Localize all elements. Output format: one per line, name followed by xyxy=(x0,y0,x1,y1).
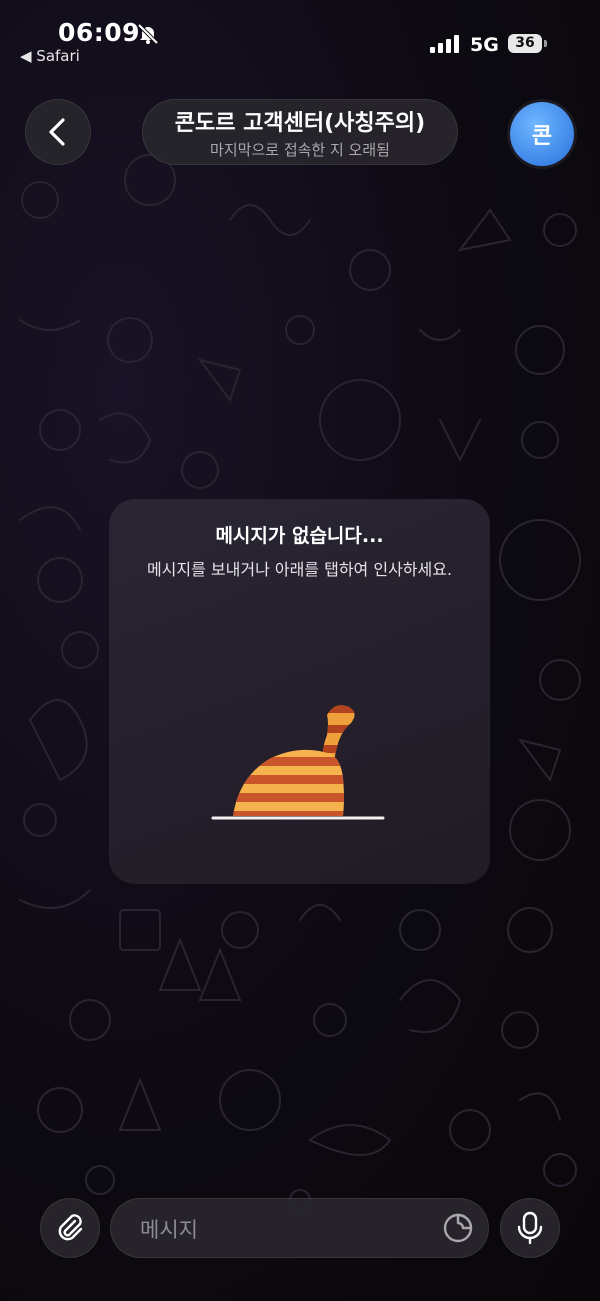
back-button[interactable] xyxy=(25,99,91,165)
network-type: 5G xyxy=(470,34,499,56)
sticker-icon[interactable] xyxy=(441,1211,475,1245)
chat-title-pill[interactable]: 콘도르 고객센터(사칭주의) 마지막으로 접속한 지 오래됨 xyxy=(142,99,458,165)
silent-bell-icon xyxy=(137,23,159,45)
microphone-icon xyxy=(517,1211,543,1245)
attach-button[interactable] xyxy=(40,1198,100,1258)
microphone-button[interactable] xyxy=(500,1198,560,1258)
cat-tail-sticker[interactable] xyxy=(205,695,395,825)
cellular-signal-icon xyxy=(430,35,459,53)
chat-title: 콘도르 고객센터(사칭주의) xyxy=(174,111,426,136)
battery-level: 36 xyxy=(508,34,542,53)
empty-chat-card: 메시지가 없습니다... 메시지를 보내거나 아래를 탭하여 인사하세요. xyxy=(109,499,490,884)
last-seen-status: 마지막으로 접속한 지 오래됨 xyxy=(210,141,390,159)
empty-description: 메시지를 보내거나 아래를 탭하여 인사하세요. xyxy=(146,560,453,579)
back-to-safari[interactable]: ◀ Safari xyxy=(20,47,80,65)
message-input[interactable]: 메시지 xyxy=(110,1198,489,1258)
paperclip-icon xyxy=(58,1214,83,1241)
avatar[interactable]: 콘 xyxy=(510,102,574,166)
battery-icon: 36 xyxy=(508,34,548,54)
empty-heading: 메시지가 없습니다... xyxy=(215,525,384,547)
status-time: 06:09 xyxy=(58,18,141,47)
chevron-left-icon xyxy=(49,118,65,146)
message-placeholder: 메시지 xyxy=(140,1218,198,1242)
